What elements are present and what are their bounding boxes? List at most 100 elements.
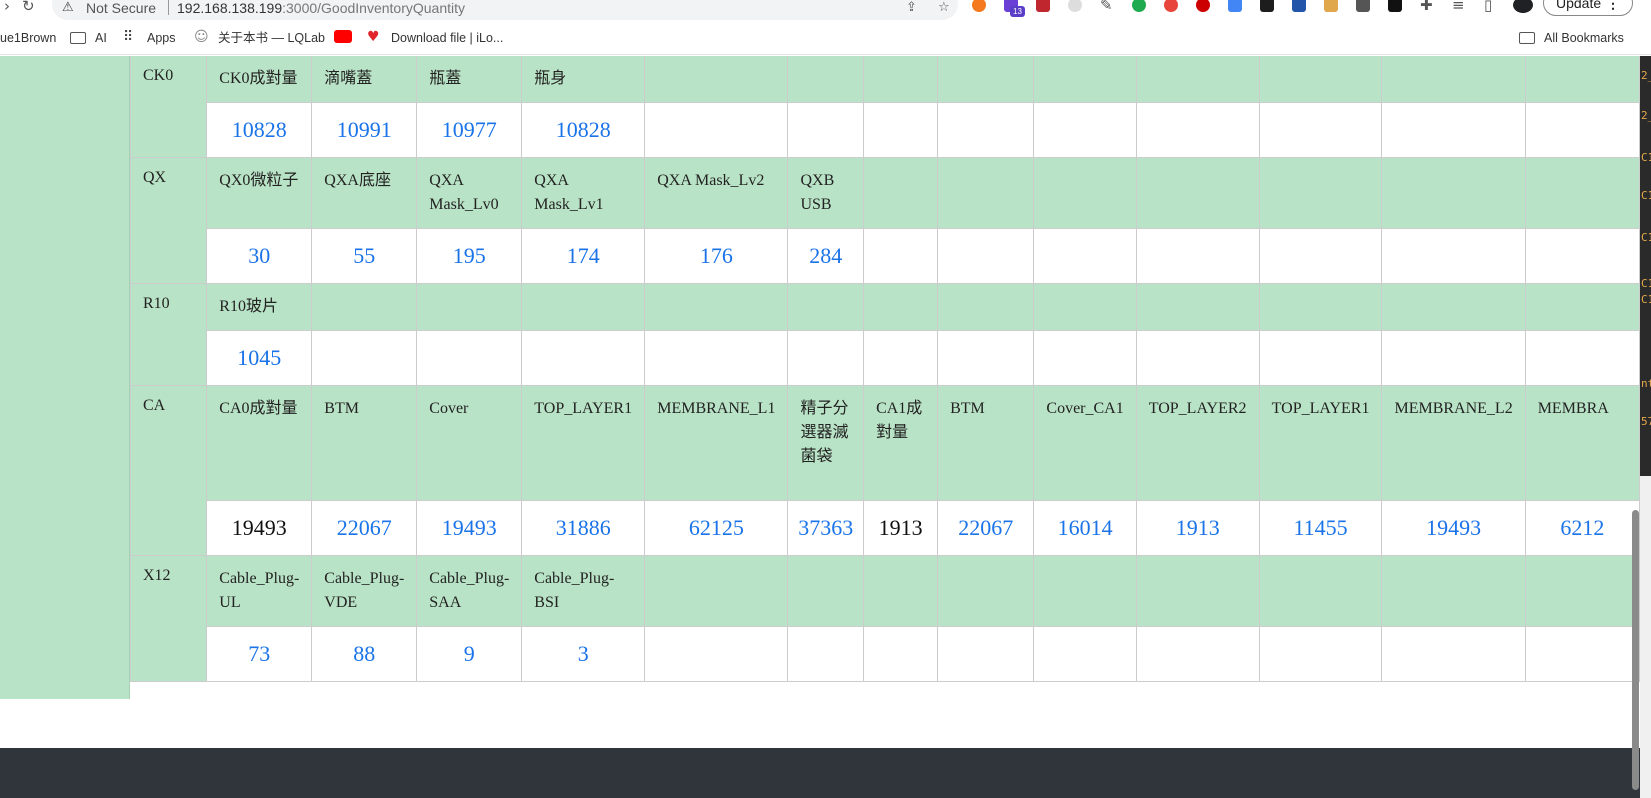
reading-list-icon[interactable]: ≡ bbox=[1452, 0, 1465, 14]
quantity-cell[interactable]: 9 bbox=[416, 626, 523, 682]
quantity-cell[interactable]: 19493 bbox=[416, 500, 523, 556]
item-name-cell bbox=[1381, 56, 1526, 103]
extension-tools-icon[interactable]: ✎ bbox=[1100, 0, 1113, 14]
item-name-cell: Cable_Plug-BSI bbox=[521, 555, 646, 627]
item-name-cell bbox=[863, 56, 939, 103]
item-name-cell: TOP_LAYER1 bbox=[1258, 385, 1383, 501]
quantity-cell[interactable]: 31886 bbox=[521, 500, 646, 556]
quantity-cell[interactable]: 73 bbox=[206, 626, 313, 682]
bookmark-download-file[interactable]: Download file | iLo... bbox=[391, 30, 503, 46]
back-arrow-icon[interactable]: › bbox=[4, 0, 10, 15]
security-label[interactable]: Not Secure bbox=[86, 0, 156, 16]
quantity-cell[interactable]: 1913 bbox=[863, 500, 939, 556]
item-name-cell bbox=[937, 157, 1035, 229]
puzzle-icon[interactable]: ✚ bbox=[1420, 0, 1433, 14]
quantity-cell[interactable]: 195 bbox=[416, 228, 523, 284]
editor-text: C1 bbox=[1641, 151, 1651, 164]
extension-dark-icon[interactable] bbox=[1260, 0, 1274, 12]
quantity-cell[interactable]: 1045 bbox=[206, 330, 313, 386]
quantity-cell bbox=[1135, 330, 1260, 386]
quantity-cell bbox=[787, 330, 865, 386]
quantity-cell[interactable]: 176 bbox=[644, 228, 789, 284]
item-name-cell bbox=[1381, 555, 1526, 627]
item-name-cell bbox=[1524, 283, 1640, 331]
quantity-cell[interactable]: 10977 bbox=[416, 102, 523, 158]
quantity-cell[interactable]: 22067 bbox=[311, 500, 418, 556]
bookmark-item[interactable]: ue1Brown bbox=[0, 30, 56, 46]
quantity-cell[interactable]: 16014 bbox=[1033, 500, 1137, 556]
menu-dots-icon: ⋮ bbox=[1606, 0, 1620, 11]
item-name-cell: QXB USB bbox=[787, 157, 865, 229]
item-name-cell bbox=[1258, 157, 1383, 229]
extension-blue-icon[interactable] bbox=[1292, 0, 1306, 12]
item-name-cell: QXA Mask_Lv0 bbox=[416, 157, 523, 229]
item-name-cell: Cover_CA1 bbox=[1033, 385, 1137, 501]
quantity-cell[interactable]: 1913 bbox=[1135, 500, 1260, 556]
table-row: 19493 22067 19493 31886 62125 37363 1913 22067 1… bbox=[131, 500, 1640, 556]
url-text[interactable]: 192.168.138.199:3000/GoodInventoryQuanti… bbox=[177, 0, 465, 16]
evernote-icon[interactable] bbox=[1132, 0, 1146, 12]
item-name-cell bbox=[1135, 157, 1260, 229]
share-icon[interactable]: ⇪ bbox=[906, 0, 917, 16]
quantity-cell[interactable]: 10828 bbox=[521, 102, 646, 158]
update-button[interactable]: Update ⋮ bbox=[1543, 0, 1633, 16]
url-path: :3000/GoodInventoryQuantity bbox=[282, 0, 466, 16]
item-name-cell bbox=[1381, 283, 1526, 331]
editor-text: 57 bbox=[1641, 415, 1651, 428]
item-name-cell bbox=[416, 283, 523, 331]
item-name-cell: 精子分選器滅菌袋 bbox=[787, 385, 865, 501]
profile-avatar[interactable] bbox=[1513, 0, 1533, 13]
item-name-cell bbox=[787, 56, 865, 103]
warning-icon[interactable]: ⚠ bbox=[62, 0, 78, 16]
side-panel-icon[interactable]: ▯ bbox=[1484, 0, 1492, 14]
quantity-cell[interactable]: 11455 bbox=[1258, 500, 1383, 556]
quantity-cell[interactable]: 19493 bbox=[1381, 500, 1526, 556]
table-row: QX QX0微粒子 QXA底座 QXA Mask_Lv0 QXA Mask_Lv1 QXA… bbox=[129, 157, 1640, 284]
all-bookmarks[interactable]: All Bookmarks bbox=[1544, 30, 1624, 46]
quantity-cell[interactable]: 6212 bbox=[1524, 500, 1640, 556]
extension-circle-icon[interactable] bbox=[1196, 0, 1210, 12]
quantity-cell[interactable]: 284 bbox=[787, 228, 865, 284]
quantity-cell[interactable]: 30 bbox=[206, 228, 313, 284]
bookmark-lqlab[interactable]: 关于本书 — LQLab bbox=[218, 30, 325, 46]
extension-orange-icon[interactable] bbox=[972, 0, 986, 12]
item-name-cell: QXA Mask_Lv1 bbox=[521, 157, 646, 229]
quantity-cell[interactable]: 19493 bbox=[206, 500, 313, 556]
bookmark-star-icon[interactable]: ☆ bbox=[938, 0, 950, 16]
folder-icon bbox=[1519, 32, 1535, 44]
table-row: R10 R10玻片 bbox=[129, 283, 1640, 386]
quantity-cell[interactable]: 55 bbox=[311, 228, 418, 284]
qr-code-icon[interactable] bbox=[1356, 0, 1370, 12]
scrollbar-thumb[interactable] bbox=[1632, 510, 1639, 790]
quantity-cell[interactable]: 88 bbox=[311, 626, 418, 682]
editor-text: C1 bbox=[1641, 231, 1651, 244]
quantity-cell[interactable]: 10828 bbox=[206, 102, 313, 158]
quantity-cell[interactable]: 3 bbox=[521, 626, 646, 682]
item-name-cell bbox=[1135, 56, 1260, 103]
extension-black-icon[interactable] bbox=[1388, 0, 1402, 12]
quantity-cell[interactable]: 174 bbox=[521, 228, 646, 284]
quantity-cell[interactable]: 22067 bbox=[937, 500, 1035, 556]
extension-red-icon[interactable] bbox=[1036, 0, 1050, 12]
item-name-cell bbox=[1524, 157, 1640, 229]
extension-gray-icon[interactable] bbox=[1068, 0, 1082, 12]
translate-icon[interactable] bbox=[1228, 0, 1242, 12]
editor-text: C1 bbox=[1641, 277, 1651, 290]
reload-icon[interactable]: ↻ bbox=[22, 0, 35, 15]
quantity-cell[interactable]: 37363 bbox=[787, 500, 865, 556]
item-name-cell: TOP_LAYER2 bbox=[1135, 385, 1260, 501]
category-cell: CA bbox=[129, 385, 208, 556]
address-bar[interactable]: ⚠ Not Secure 192.168.138.199:3000/GoodIn… bbox=[52, 0, 958, 20]
bookmark-folder-ai[interactable]: AI bbox=[95, 30, 107, 46]
extension-image-icon[interactable] bbox=[1324, 0, 1338, 12]
quantity-cell[interactable]: 62125 bbox=[644, 500, 789, 556]
quantity-cell bbox=[1033, 228, 1137, 284]
quantity-cell bbox=[644, 330, 789, 386]
quantity-cell[interactable]: 10991 bbox=[311, 102, 418, 158]
extension-shield-icon[interactable] bbox=[1164, 0, 1178, 12]
inventory-table: CK0 CK0成對量 滴嘴蓋 瓶蓋 瓶身 10828 10991 10977 10828 QX QX… bbox=[129, 56, 1640, 682]
bookmark-apps[interactable]: Apps bbox=[147, 30, 176, 46]
item-name-cell: Cover bbox=[416, 385, 523, 501]
folder-icon bbox=[70, 32, 86, 44]
quantity-cell bbox=[863, 102, 939, 158]
